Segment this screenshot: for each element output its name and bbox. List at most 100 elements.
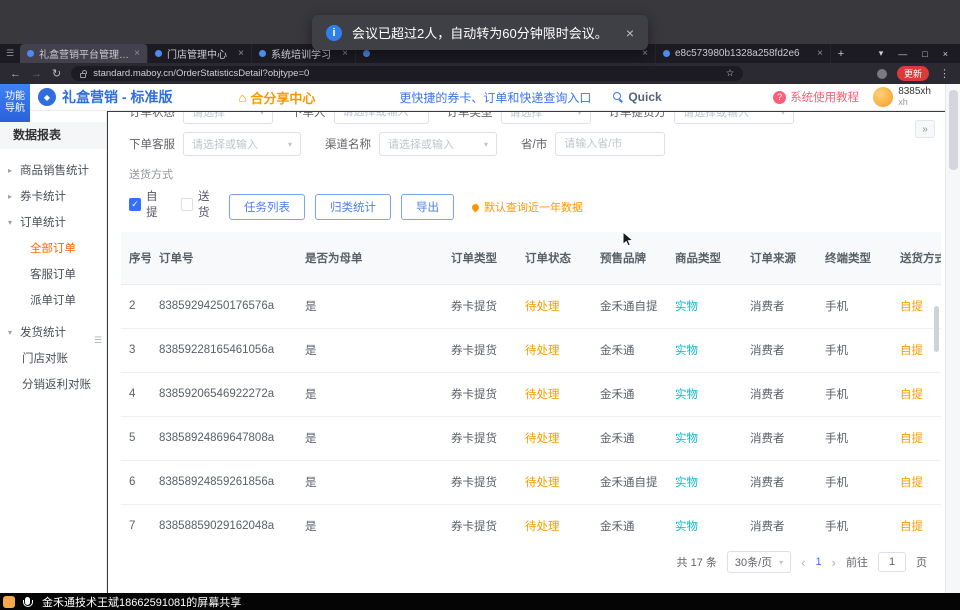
new-tab-button[interactable]: + xyxy=(831,44,851,63)
maximize-icon[interactable]: □ xyxy=(922,49,927,59)
table-row[interactable]: 7 83858859029162048a 是 券卡提货 待处理 金禾通 实物 消… xyxy=(121,504,941,537)
task-list-button[interactable]: 任务列表 xyxy=(229,194,305,220)
tutorial-link[interactable]: ? 系统使用教程 xyxy=(773,89,859,105)
sidebar-collapse-icon[interactable]: ☰ xyxy=(94,335,102,346)
cell-terminal: 手机 xyxy=(817,328,892,372)
checkbox-checked-icon[interactable]: ✓ xyxy=(129,198,141,211)
sidebar-item-voucher-stats[interactable]: ▸ 券卡统计 xyxy=(0,183,106,209)
cell-seq: 4 xyxy=(121,372,151,416)
page-scrollbar[interactable] xyxy=(945,84,960,593)
screen-share-text: 金禾通技术王斌18662591081的屏幕共享 xyxy=(42,594,241,610)
orderer-input[interactable] xyxy=(334,112,429,124)
browser-menu-icon[interactable]: ⋮ xyxy=(939,67,950,80)
sidebar-item-rebate-reconciliation[interactable]: 分销返利对账 xyxy=(0,371,106,397)
prev-page-icon[interactable]: ‹ xyxy=(801,555,805,570)
checkbox-delivery[interactable]: 送货 xyxy=(181,188,219,220)
province-city-input[interactable] xyxy=(555,132,665,156)
table-row[interactable]: 2 83859294250176576a 是 券卡提货 待处理 金禾通自提 实物… xyxy=(121,284,941,328)
cell-seq: 2 xyxy=(121,284,151,328)
browser-tab-2[interactable]: 门店管理中心 × xyxy=(148,44,252,63)
cs-agent-select[interactable]: 请选择或输入 ▾ xyxy=(183,132,301,156)
table-row[interactable]: 4 83859206546922272a 是 券卡提货 待处理 金禾通 实物 消… xyxy=(121,372,941,416)
share-center-icon: ⌂ xyxy=(238,90,246,105)
sidebar-item-store-reconciliation[interactable]: 门店对账 xyxy=(0,345,106,371)
browser-update-button[interactable]: 更新 xyxy=(897,66,929,81)
browser-tab-5[interactable]: e8c573980b1328a258fd2e6 × xyxy=(656,44,831,63)
sidebar-item-label: 派单订单 xyxy=(30,292,76,308)
quick-search[interactable]: Quick xyxy=(613,90,661,104)
tab-list-icon[interactable]: ▾ xyxy=(879,48,884,59)
tab-title: e8c573980b1328a258fd2e6 xyxy=(675,48,812,59)
sidebar-item-label: 发货统计 xyxy=(20,324,66,340)
tab-close-icon[interactable]: × xyxy=(134,48,140,59)
minimize-icon[interactable]: — xyxy=(898,49,907,59)
cell-order-type: 券卡提货 xyxy=(443,416,517,460)
order-picker-select[interactable]: 请选择或输入 ▾ xyxy=(674,112,794,124)
tab-favicon xyxy=(363,50,370,57)
cell-is-parent: 是 xyxy=(297,284,443,328)
pagination-total: 共 17 条 xyxy=(677,554,717,570)
microphone-icon[interactable] xyxy=(25,597,30,605)
cell-seq: 6 xyxy=(121,460,151,504)
cell-goods-type: 实物 xyxy=(667,284,742,328)
share-center-link[interactable]: ⌂ 合分享中心 xyxy=(238,88,315,107)
chevron-down-icon: ▾ xyxy=(781,112,785,117)
cell-goods-type: 实物 xyxy=(667,372,742,416)
sidebar-item-label: 订单统计 xyxy=(20,214,66,230)
tab-favicon xyxy=(259,50,266,57)
tab-close-icon[interactable]: × xyxy=(238,48,244,59)
reload-icon[interactable]: ↻ xyxy=(52,67,61,80)
table-row[interactable]: 5 83858924869647808a 是 券卡提货 待处理 金禾通 实物 消… xyxy=(121,416,941,460)
forward-icon[interactable]: → xyxy=(31,68,42,80)
chevron-down-icon: ▾ xyxy=(484,140,488,149)
sidebar-item-shipping-stats[interactable]: ▾ 发货统计 xyxy=(0,319,106,345)
delivery-method-filter: 送货方式 ✓ 自提 送货 xyxy=(129,166,219,220)
table-row[interactable]: 6 83858924859261856a 是 券卡提货 待处理 金禾通自提 实物… xyxy=(121,460,941,504)
browser-tab-1[interactable]: 礼盒营销平台管理中心 × xyxy=(20,44,148,63)
goto-page-input[interactable] xyxy=(878,552,906,572)
toast-message: 会议已超过2人，自动转为60分钟限时会议。 xyxy=(352,23,608,42)
page-scrollbar-thumb[interactable] xyxy=(949,90,958,170)
sidebar-item-label: 全部订单 xyxy=(30,240,76,256)
table-scrollbar-thumb[interactable] xyxy=(934,306,939,352)
screen: i 会议已超过2人，自动转为60分钟限时会议。 × ☰ 礼盒营销平台管理中心 ×… xyxy=(0,0,960,610)
toast-close-icon[interactable]: × xyxy=(626,25,634,41)
channel-select[interactable]: 请选择或输入 ▾ xyxy=(379,132,497,156)
window-close-icon[interactable]: × xyxy=(943,49,948,59)
next-page-icon[interactable]: › xyxy=(832,555,836,570)
bookmark-star-icon[interactable]: ☆ xyxy=(726,68,735,79)
cell-is-parent: 是 xyxy=(297,372,443,416)
order-type-select[interactable]: 请选择 ▾ xyxy=(501,112,591,124)
cell-terminal: 手机 xyxy=(817,284,892,328)
tab-close-icon[interactable]: × xyxy=(817,48,823,59)
user-menu[interactable]: 8385xh xh xyxy=(873,87,931,107)
profile-icon[interactable] xyxy=(877,69,887,79)
filter-label: 渠道名称 xyxy=(325,136,371,152)
function-nav-tab[interactable]: 功能 导航 xyxy=(0,84,30,122)
page-size-select[interactable]: 30条/页 ▾ xyxy=(727,551,791,573)
sidebar-item-all-orders[interactable]: 全部订单 xyxy=(0,235,106,261)
export-button[interactable]: 导出 xyxy=(401,194,454,220)
sidebar-item-product-sales[interactable]: ▸ 商品销售统计 xyxy=(0,157,106,183)
quick-label: Quick xyxy=(628,90,661,104)
current-page[interactable]: 1 xyxy=(816,556,822,568)
checkbox-pickup[interactable]: ✓ 自提 xyxy=(129,188,167,220)
url-box[interactable]: standard.maboy.cn/OrderStatisticsDetail?… xyxy=(71,66,743,81)
table-row[interactable]: 3 83859228165461056a 是 券卡提货 待处理 金禾通 实物 消… xyxy=(121,328,941,372)
sidebar-item-cs-orders[interactable]: 客服订单 xyxy=(0,261,106,287)
sidebar-item-dispatch-orders[interactable]: 派单订单 xyxy=(0,287,106,313)
cell-order-type: 券卡提货 xyxy=(443,284,517,328)
filter-row-2: 下单客服 请选择或输入 ▾ 渠道名称 请选择或输入 ▾ 省/市 xyxy=(129,132,945,156)
cell-order-source: 消费者 xyxy=(742,284,817,328)
site-info-lock-icon[interactable] xyxy=(80,73,86,78)
url-text[interactable]: standard.maboy.cn/OrderStatisticsDetail?… xyxy=(93,68,718,79)
cell-order-no: 83859228165461056a xyxy=(151,328,297,372)
back-icon[interactable]: ← xyxy=(10,68,21,80)
sidebar-item-order-stats[interactable]: ▾ 订单统计 xyxy=(0,209,106,235)
order-status-select[interactable]: 请选择 ▾ xyxy=(183,112,273,124)
quick-entry-link[interactable]: 更快捷的券卡、订单和快递查询入口 xyxy=(399,89,591,106)
tab-overview-icon[interactable]: ☰ xyxy=(0,44,20,63)
category-stats-button[interactable]: 归类统计 xyxy=(315,194,391,220)
filter-collapse-button[interactable]: » xyxy=(915,120,935,138)
checkbox-unchecked-icon[interactable] xyxy=(181,198,193,211)
